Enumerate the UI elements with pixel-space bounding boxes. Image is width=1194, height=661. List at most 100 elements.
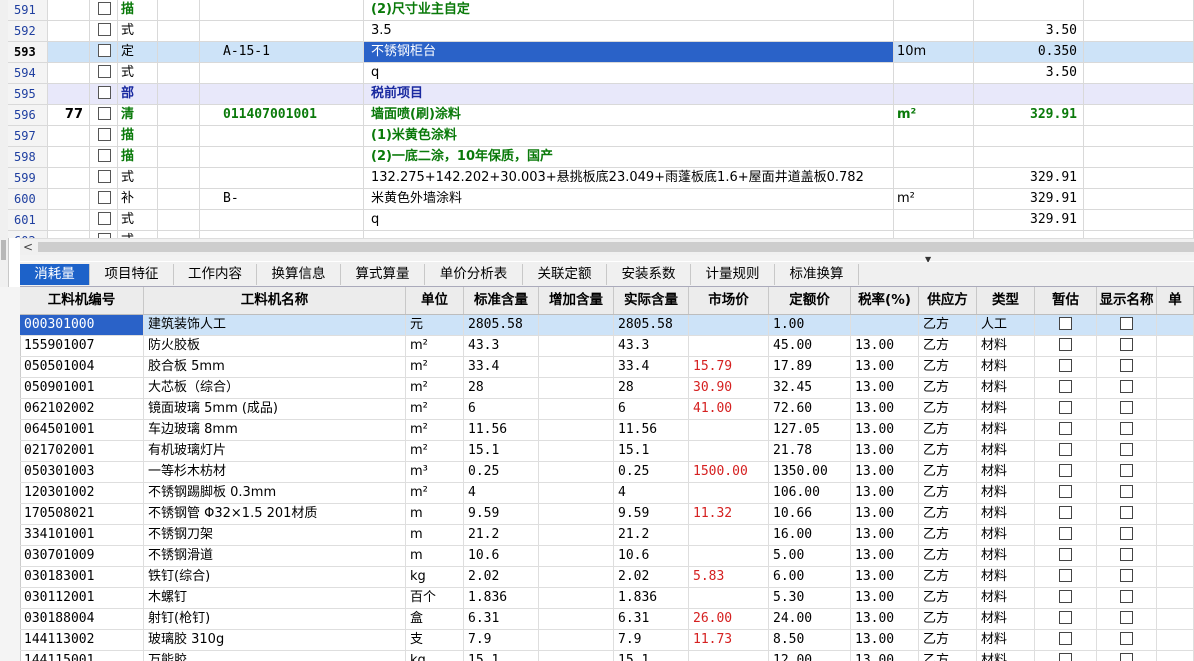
cell-code[interactable]: 050901001 [20,378,144,398]
column-header[interactable]: 工料机编号 [20,287,144,314]
item-name[interactable]: 不锈钢柜台 [364,42,894,62]
cell-add[interactable] [539,567,614,587]
cell-std[interactable]: 2.02 [464,567,539,587]
cell-type[interactable]: 材料 [977,483,1035,503]
cell-type[interactable]: 材料 [977,504,1035,524]
show-name-checkbox[interactable] [1120,443,1133,456]
column-header[interactable]: 市场价 [689,287,769,314]
cell-unit[interactable]: m [406,546,464,566]
row-checkbox[interactable] [98,2,111,15]
cell-sup[interactable]: 乙方 [919,378,977,398]
cell-type[interactable]: 材料 [977,399,1035,419]
cell-act[interactable]: 1.836 [614,588,689,608]
provisional-checkbox[interactable] [1059,338,1072,351]
cell-sup[interactable]: 乙方 [919,567,977,587]
cell-code[interactable]: 170508021 [20,504,144,524]
cell-act[interactable]: 21.2 [614,525,689,545]
cell-act[interactable]: 7.9 [614,630,689,650]
row-checkbox[interactable] [98,149,111,162]
show-name-checkbox[interactable] [1120,401,1133,414]
table-row[interactable]: 030112001 木螺钉 百个 1.836 1.836 5.30 13.00 乙方 材料 [20,588,1194,609]
cell-mkt[interactable]: 5.83 [689,567,769,587]
cell-mkt[interactable]: 11.32 [689,504,769,524]
item-name[interactable]: 3.5 [364,21,894,41]
provisional-checkbox[interactable] [1059,317,1072,330]
table-row[interactable]: 050901001 大芯板（综合） m² 28 28 30.90 32.45 13.00 乙方材… [20,378,1194,399]
item-name[interactable]: 132.275+142.202+30.003+悬挑板底23.049+雨蓬板底1.… [364,168,894,188]
cell-add[interactable] [539,441,614,461]
tab-9[interactable]: 计量规则 [691,264,775,285]
cell-price[interactable]: 1350.00 [769,462,851,482]
cell-mkt[interactable] [689,483,769,503]
item-quantity[interactable] [974,0,1084,20]
cell-type[interactable]: 材料 [977,336,1035,356]
table-row[interactable]: 170508021 不锈钢管 Φ32×1.5 201材质 m 9.59 9.59 11.3… [20,504,1194,525]
cell-price[interactable]: 17.89 [769,357,851,377]
item-code[interactable] [200,84,364,104]
cell-unit[interactable]: kg [406,567,464,587]
cell-type[interactable]: 材料 [977,567,1035,587]
tab-8[interactable]: 安装系数 [607,264,691,285]
cell-type[interactable]: 材料 [977,651,1035,661]
quota-list-grid[interactable]: 591 描 (2)尺寸业主自定 592 式 3.5 3.50 593 定 A-15-1 不锈钢柜台 1… [8,0,1194,238]
cell-act[interactable]: 6.31 [614,609,689,629]
quota-row[interactable]: 599 式 132.275+142.202+30.003+悬挑板底23.049+雨蓬… [8,168,1194,189]
tab-5[interactable]: 算式算量 [341,264,425,285]
cell-price[interactable]: 106.00 [769,483,851,503]
quota-row[interactable]: 591 描 (2)尺寸业主自定 [8,0,1194,21]
cell-act[interactable]: 15.1 [614,651,689,661]
show-name-checkbox[interactable] [1120,380,1133,393]
cell-price[interactable]: 24.00 [769,609,851,629]
provisional-checkbox[interactable] [1059,401,1072,414]
splitter-grip[interactable] [1,240,6,260]
cell-type[interactable]: 材料 [977,609,1035,629]
cell-code[interactable]: 155901007 [20,336,144,356]
tab-3[interactable]: 工作内容 [174,264,257,285]
item-code[interactable] [200,231,364,238]
row-checkbox[interactable] [98,191,111,204]
cell-name[interactable]: 大芯板（综合） [144,378,406,398]
cell-tax[interactable]: 13.00 [851,588,919,608]
cell-tax[interactable]: 13.00 [851,336,919,356]
cell-std[interactable]: 33.4 [464,357,539,377]
item-code[interactable]: B- [200,189,364,209]
quota-row[interactable]: 602 式 [8,231,1194,238]
cell-mkt[interactable]: 15.79 [689,357,769,377]
cell-name[interactable]: 不锈钢踢脚板 0.3mm [144,483,406,503]
cell-tax[interactable]: 13.00 [851,567,919,587]
cell-std[interactable]: 9.59 [464,504,539,524]
column-header[interactable]: 增加含量 [539,287,614,314]
item-quantity[interactable] [974,147,1084,167]
cell-act[interactable]: 2.02 [614,567,689,587]
cell-price[interactable]: 16.00 [769,525,851,545]
cell-mkt[interactable]: 26.00 [689,609,769,629]
row-checkbox[interactable] [98,86,111,99]
show-name-checkbox[interactable] [1120,317,1133,330]
cell-tax[interactable]: 13.00 [851,525,919,545]
cell-mkt[interactable] [689,441,769,461]
cell-name[interactable]: 玻璃胶 310g [144,630,406,650]
cell-mkt[interactable]: 41.00 [689,399,769,419]
column-header[interactable]: 税率(%) [851,287,919,314]
table-row[interactable]: 334101001 不锈钢刀架 m 21.2 21.2 16.00 13.00 乙方 材料 [20,525,1194,546]
cell-add[interactable] [539,525,614,545]
cell-add[interactable] [539,609,614,629]
item-code[interactable] [200,63,364,83]
scroll-thumb[interactable] [38,242,1194,252]
table-row[interactable]: 062102002 镜面玻璃 5mm (成品) m² 6 6 41.00 72.60 13.0… [20,399,1194,420]
column-header[interactable]: 单位 [406,287,464,314]
show-name-checkbox[interactable] [1120,548,1133,561]
cell-tax[interactable]: 13.00 [851,378,919,398]
cell-unit[interactable]: kg [406,651,464,661]
cell-name[interactable]: 车边玻璃 8mm [144,420,406,440]
item-quantity[interactable]: 3.50 [974,21,1084,41]
table-row[interactable]: 064501001 车边玻璃 8mm m² 11.56 11.56 127.05 13.00… [20,420,1194,441]
quota-row[interactable]: 601 式 q 329.91 [8,210,1194,231]
cell-name[interactable]: 不锈钢管 Φ32×1.5 201材质 [144,504,406,524]
cell-code[interactable]: 000301000 [20,315,144,335]
table-row[interactable]: 030188004 射钉(枪钉) 盒 6.31 6.31 26.00 24.00 13.00 乙… [20,609,1194,630]
cell-tax[interactable]: 13.00 [851,462,919,482]
item-name[interactable]: 米黄色外墙涂料 [364,189,894,209]
cell-act[interactable]: 33.4 [614,357,689,377]
material-consumption-grid[interactable]: 工料机编号 工料机名称 单位 标准含量 增加含量 实际含量 市场价 定额价 税率(%) 供应方 类型… [20,287,1194,661]
